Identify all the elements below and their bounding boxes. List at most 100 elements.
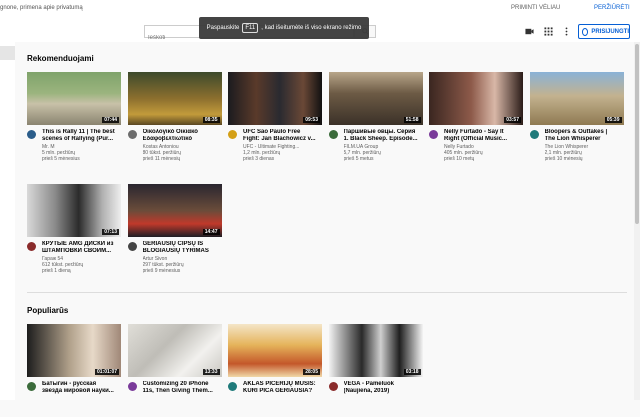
video-thumbnail[interactable]: 28:05: [228, 324, 322, 377]
video-title[interactable]: Паршивые овцы. Серия 1. Black Sheep. Epis…: [344, 129, 423, 143]
video-thumbnail[interactable]: 51:58: [328, 72, 423, 125]
review-button[interactable]: PERŽIŪRĖTI: [594, 5, 630, 11]
toast-key: F11: [242, 23, 259, 33]
video-meta: Bloopers & Outtakes | The Lion Whisperer T…: [529, 125, 624, 165]
channel-avatar[interactable]: [529, 130, 539, 139]
apps-grid-icon[interactable]: [544, 27, 553, 36]
video-title-line: VEGA - Pameluok: [343, 381, 394, 387]
video-card[interactable]: 07:13 КРУТЫЕ AMG ДИСКИ из ШТАМПОВКИ СВОИМ.…: [27, 184, 121, 277]
video-thumbnail[interactable]: 13:33: [127, 324, 222, 377]
video-meta: КРУТЫЕ AMG ДИСКИ из ШТАМПОВКИ СВОИМ... Гар…: [27, 237, 121, 277]
video-card[interactable]: 14:47 GERIAUSIŲ ČIPSŲ IŠ BLOGIAUSIŲ TYRIMA…: [127, 184, 222, 277]
video-title[interactable]: GERIAUSIŲ ČIPSŲ IŠ BLOGIAUSIŲ TYRIMAS: [143, 241, 222, 255]
channel-avatar[interactable]: [127, 130, 137, 139]
channel-avatar[interactable]: [27, 382, 36, 391]
video-thumbnail[interactable]: 03:57: [429, 72, 523, 125]
video-meta: Паршивые овцы. Серия 1. Black Sheep. Epis…: [328, 125, 423, 165]
video-thumbnail[interactable]: 03:18: [328, 324, 423, 377]
video-title[interactable]: UFC São Paulo Free Fight: Jan Blachowicz …: [243, 129, 322, 143]
video-title[interactable]: This is Rally 11 | The best scenes of Ral…: [42, 129, 121, 143]
video-title-line: Паршивые овцы. Серия: [343, 129, 416, 135]
video-title-line: Right (Official Music...: [444, 136, 508, 142]
video-card[interactable]: 28:05 AKLAS PICERIJŲ MŪŠIS: KURI PICA GERI…: [228, 324, 322, 417]
video-title-line: GERIAUSIŲ ČIPSŲ IŠ: [142, 241, 204, 247]
scrollbar-thumb[interactable]: [635, 44, 639, 224]
channel-avatar[interactable]: [328, 382, 338, 391]
video-card[interactable]: 03:18 VEGA - Pameluok (Naujiena, 2019): [328, 324, 423, 417]
channel-avatar[interactable]: [127, 382, 137, 391]
channel-avatar[interactable]: [228, 130, 237, 139]
video-card[interactable]: 51:58 Паршивые овцы. Серия 1. Black Sheep.…: [328, 72, 423, 165]
video-thumbnail[interactable]: 14:47: [127, 184, 222, 237]
video-duration: 08:35: [202, 117, 220, 123]
video-card[interactable]: 01:01:07 Батыгин - русская звезда мировой …: [27, 324, 121, 417]
video-meta: This is Rally 11 | The best scenes of Ral…: [27, 125, 121, 165]
video-thumbnail[interactable]: 09:53: [228, 72, 322, 125]
video-card[interactable]: 09:53 UFC São Paulo Free Fight: Jan Blacho…: [228, 72, 322, 165]
video-title[interactable]: AKLAS PICERIJŲ MŪŠIS: KURI PICA GERIAUSIA…: [243, 381, 322, 395]
video-card[interactable]: 05:39 Bloopers & Outtakes | The Lion Whisp…: [529, 72, 624, 165]
channel-avatar[interactable]: [328, 130, 338, 139]
video-title-line: KURI PICA GERIAUSIA?: [243, 388, 313, 394]
create-video-icon[interactable]: [525, 27, 534, 36]
video-duration: 13:33: [202, 369, 220, 375]
video-title-line: This is Rally 11 | The best: [42, 129, 115, 135]
video-duration: 28:05: [303, 369, 320, 375]
video-meta: AKLAS PICERIJŲ MŪŠIS: KURI PICA GERIAUSIA…: [228, 377, 322, 417]
upload-age: prieš 3 dienas: [243, 156, 275, 162]
sign-in-button[interactable]: PRISIJUNGTI: [578, 24, 630, 39]
video-card[interactable]: 03:57 Nelly Furtado - Say It Right (Offici…: [429, 72, 523, 165]
video-card[interactable]: 13:33 Customizing 20 iPhone 11s, Then Givi…: [127, 324, 222, 417]
video-meta: Nelly Furtado - Say It Right (Official Mu…: [429, 125, 523, 165]
video-title-line: BLOGIAUSIŲ TYRIMAS: [142, 248, 209, 254]
channel-avatar[interactable]: [127, 242, 137, 251]
video-thumbnail[interactable]: 07:13: [27, 184, 121, 237]
video-title-line: Customizing 20 iPhone: [142, 381, 209, 387]
remind-later-button[interactable]: PRIMINTI VĖLIAU: [511, 5, 560, 11]
video-title-line: КРУТЫЕ AMG ДИСКИ из: [42, 241, 114, 247]
upload-age: prieš 10 mėnesių: [544, 156, 583, 162]
video-title-line: 11s, Then Giving Them...: [142, 388, 213, 394]
channel-avatar[interactable]: [228, 382, 237, 391]
channel-avatar[interactable]: [27, 242, 36, 251]
video-title-line: 1. Black Sheep. Episode...: [343, 136, 418, 142]
video-title[interactable]: Батыгин - русская звезда мировой науки...: [42, 381, 121, 395]
video-title-line: Батыгин - русская: [42, 381, 97, 387]
video-duration: 07:44: [102, 117, 119, 123]
video-title-line: Εδαφοβελτιωτικό: [142, 136, 193, 142]
video-title[interactable]: Bloopers & Outtakes | The Lion Whisperer: [545, 129, 624, 143]
video-meta: UFC São Paulo Free Fight: Jan Blachowicz …: [228, 125, 322, 165]
upload-age: prieš 5 mėnesius: [42, 156, 80, 162]
sidebar-item-home[interactable]: [0, 46, 15, 60]
video-duration: 01:01:07: [94, 369, 119, 375]
channel-avatar[interactable]: [429, 130, 438, 139]
sign-in-label: PRISIJUNGTI: [591, 28, 629, 35]
sidebar: [0, 42, 15, 400]
toast-text-before: Paspauskite: [206, 25, 240, 31]
more-options-icon[interactable]: [562, 27, 571, 36]
video-title-line: Nelly Furtado - Say It: [444, 129, 504, 135]
video-thumbnail[interactable]: 01:01:07: [27, 324, 121, 377]
scrollbar[interactable]: [634, 42, 640, 400]
video-title[interactable]: Nelly Furtado - Say It Right (Official Mu…: [444, 129, 523, 143]
section-divider: [27, 292, 627, 293]
video-title-line: AKLAS PICERIJŲ MŪŠIS:: [243, 381, 316, 387]
video-duration: 05:39: [604, 117, 622, 123]
video-card[interactable]: 08:35 Οικολογικό Οικιακό Εδαφοβελτιωτικό Ko…: [127, 72, 222, 165]
video-duration: 09:53: [303, 117, 320, 123]
video-thumbnail[interactable]: 05:39: [529, 72, 624, 125]
video-title[interactable]: КРУТЫЕ AMG ДИСКИ из ШТАМПОВКИ СВОИМ...: [42, 241, 121, 255]
notice-text: gnone, primena apie privatumą: [0, 5, 83, 11]
video-card[interactable]: 07:44 This is Rally 11 | The best scenes o…: [27, 72, 121, 165]
video-title[interactable]: VEGA - Pameluok (Naujiena, 2019): [344, 381, 423, 395]
video-title[interactable]: Customizing 20 iPhone 11s, Then Giving Th…: [143, 381, 222, 395]
video-duration: 14:47: [202, 229, 220, 235]
video-title-line: звезда мировой науки...: [42, 388, 114, 394]
channel-avatar[interactable]: [27, 130, 36, 139]
video-thumbnail[interactable]: 08:35: [127, 72, 222, 125]
video-title[interactable]: Οικολογικό Οικιακό Εδαφοβελτιωτικό: [143, 129, 222, 143]
video-thumbnail[interactable]: 07:44: [27, 72, 121, 125]
video-meta: VEGA - Pameluok (Naujiena, 2019): [328, 377, 423, 417]
upload-age: prieš 11 mėnesių: [142, 156, 181, 162]
video-title-line: scenes of Rallying (Pur...: [42, 136, 114, 142]
